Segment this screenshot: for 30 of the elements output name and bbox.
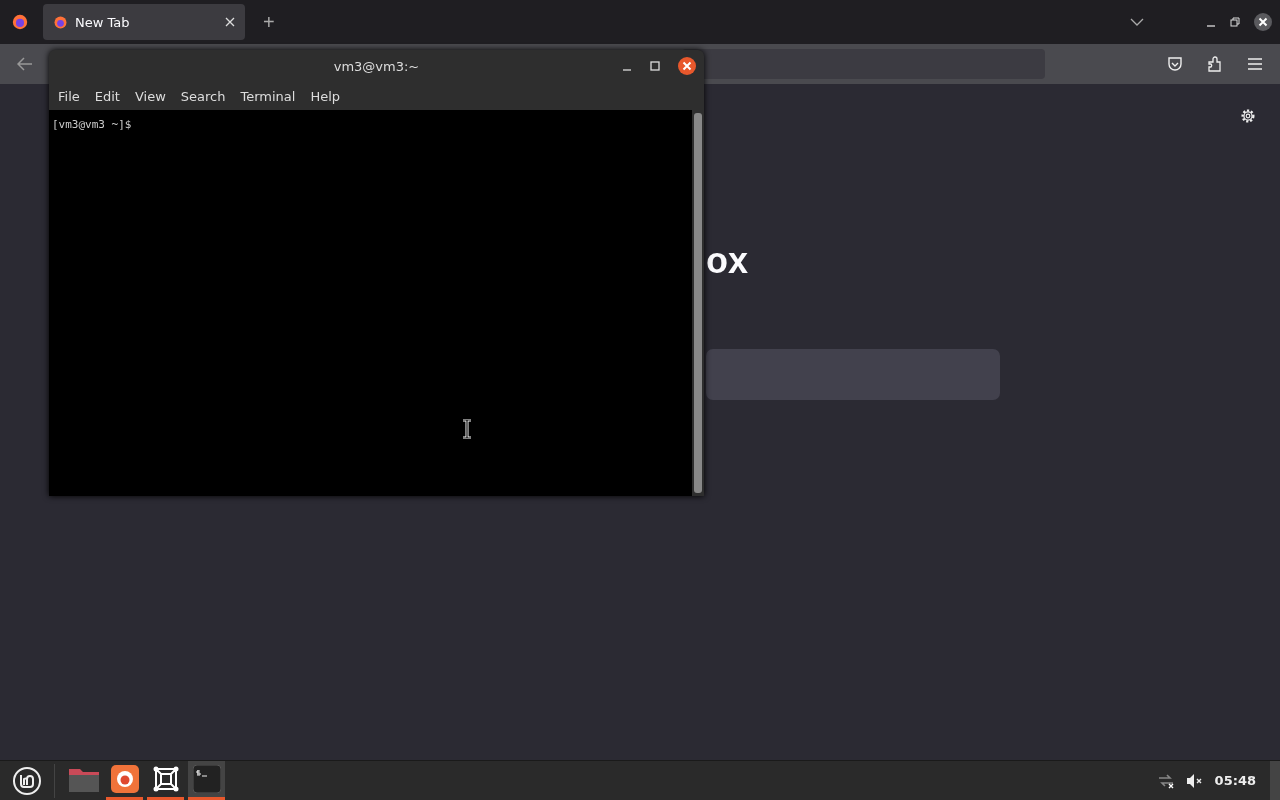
close-icon[interactable]: [225, 17, 235, 27]
chevron-down-icon[interactable]: [1130, 18, 1144, 26]
pocket-icon[interactable]: [1167, 56, 1183, 72]
window-title: vm3@vm3:~: [333, 58, 420, 74]
close-icon[interactable]: [1254, 13, 1272, 31]
volume-muted-icon[interactable]: [1184, 772, 1203, 789]
shell-prompt: [vm3@vm3 ~]$: [52, 118, 132, 131]
new-tab-button[interactable]: +: [259, 10, 279, 34]
browser-tab[interactable]: New Tab: [43, 4, 245, 40]
text-cursor-icon: [462, 419, 472, 439]
search-field[interactable]: [706, 349, 1000, 400]
page-heading: ox: [706, 240, 748, 282]
settings-icon[interactable]: [1239, 107, 1257, 125]
network-disconnected-icon[interactable]: [1156, 772, 1175, 789]
menu-item[interactable]: View: [134, 88, 166, 104]
menu-item[interactable]: Edit: [94, 88, 120, 104]
scrollbar-thumb[interactable]: [694, 113, 702, 493]
close-icon[interactable]: [678, 57, 696, 75]
back-arrow-icon[interactable]: [17, 57, 33, 71]
terminal-app-icon[interactable]: [188, 761, 225, 800]
mint-logo-icon[interactable]: [12, 765, 42, 796]
menu-item[interactable]: Help: [310, 88, 341, 104]
menu-item[interactable]: File: [58, 88, 80, 104]
puzzle-piece-icon[interactable]: [1207, 56, 1223, 72]
menu-icon[interactable]: [1247, 57, 1263, 71]
maximize-icon[interactable]: [650, 61, 660, 71]
menu-item[interactable]: Terminal: [240, 88, 296, 104]
clock[interactable]: 05:48: [1214, 773, 1256, 788]
restore-icon[interactable]: [1230, 17, 1240, 27]
menu-item[interactable]: Search: [180, 88, 226, 104]
